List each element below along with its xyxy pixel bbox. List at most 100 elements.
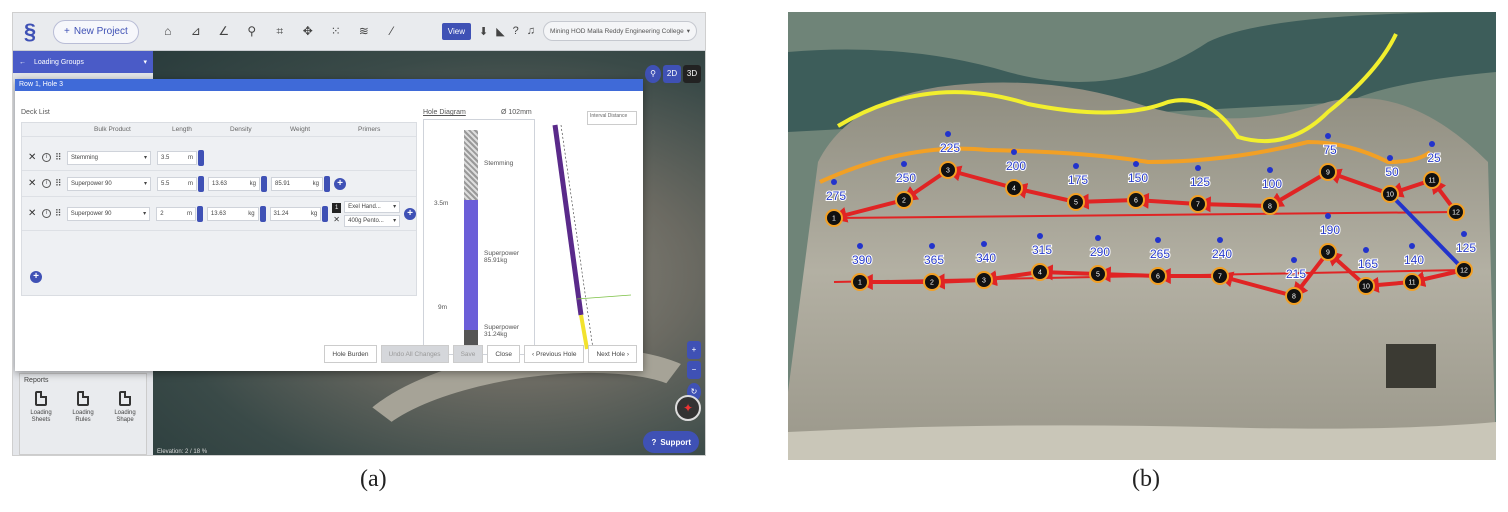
zoom-in-button[interactable]: + — [687, 341, 701, 359]
bell-icon[interactable]: ♫ — [527, 25, 535, 37]
delay-pin-icon — [981, 241, 987, 247]
primer-select[interactable]: Exel Hand... ▾ — [344, 200, 401, 213]
crop-icon[interactable]: ⌗ — [273, 24, 287, 39]
hole-diagram-label: Hole Diagram — [423, 109, 466, 116]
elevation-readout: Elevation: 2 / 18 % — [157, 449, 208, 455]
length-stepper[interactable] — [198, 175, 204, 192]
user-menu[interactable]: Mining HOD Malla Reddy Engineering Colle… — [543, 21, 697, 41]
length-input[interactable]: 2m — [156, 206, 196, 221]
add-primer-button[interactable]: + — [334, 177, 346, 190]
back-arrow-icon[interactable]: ← — [19, 59, 26, 66]
3d-toggle[interactable]: 3D — [683, 65, 701, 83]
ruler-icon[interactable]: ◣ — [496, 25, 504, 38]
hole-id-label: 9 — [1326, 170, 1330, 177]
hole-id-label: 10 — [1362, 284, 1370, 291]
weight-stepper[interactable] — [324, 175, 330, 192]
chevron-down-icon: ▾ — [143, 181, 147, 187]
delay-time-label: 100 — [1262, 177, 1282, 191]
delay-time-label: 25 — [1427, 151, 1441, 165]
save-button[interactable]: Save — [452, 345, 484, 363]
delay-pin-icon — [1363, 247, 1369, 253]
hole-diagram: 3.5m 9m 10m Stemming Superpower 85.91kg … — [423, 119, 535, 355]
next-hole-button[interactable]: Next Hole › — [588, 345, 637, 363]
density-input[interactable]: 13.63 kg — [208, 176, 260, 191]
info-icon[interactable]: i — [42, 153, 51, 162]
remove-deck-icon[interactable]: ✕ — [28, 178, 38, 189]
delay-time-label: 125 — [1456, 241, 1476, 255]
length-stepper[interactable] — [196, 205, 203, 222]
angle-icon[interactable]: ∠ — [217, 24, 231, 39]
grid-icon[interactable]: ⁙ — [329, 24, 343, 39]
home-icon[interactable]: ⌂ — [161, 24, 175, 39]
delay-time-label: 50 — [1385, 165, 1399, 179]
loading-groups-dropdown[interactable]: ← Loading Groups ▾ — [13, 51, 153, 73]
delay-time-label: 150 — [1128, 171, 1148, 185]
delay-time-label: 265 — [1150, 247, 1170, 261]
panel-b-blast-map: 1 275 2 250 3 225 4 200 5 175 6 150 7 125 8 100 9 75 10 50 1… — [788, 12, 1496, 460]
view-button[interactable]: View — [441, 22, 471, 40]
delay-pin-icon — [831, 179, 837, 185]
delay-time-label: 390 — [852, 253, 872, 267]
bulk-product-select[interactable]: Superpower 90 ▾ — [66, 206, 151, 221]
length-input[interactable]: 3.5 m — [157, 150, 197, 165]
add-deck-button[interactable]: + — [30, 271, 42, 283]
remove-deck-icon[interactable]: ✕ — [28, 208, 38, 219]
weight-input[interactable]: 31.24 kg — [269, 206, 322, 221]
document-icon — [35, 391, 47, 406]
primer-select[interactable]: 400g Pento... ▾ — [344, 214, 401, 227]
previous-hole-button[interactable]: ‹ Previous Hole — [524, 345, 585, 363]
app-logo[interactable]: § — [13, 13, 47, 51]
drag-handle-icon[interactable]: ⠿ — [55, 152, 63, 163]
delay-pin-icon — [857, 243, 863, 249]
density-stepper[interactable] — [261, 175, 267, 192]
new-project-button[interactable]: + New Project — [53, 19, 139, 44]
chart-icon[interactable]: ⁄ — [385, 24, 399, 39]
download-icon[interactable]: ⬇ — [479, 25, 488, 38]
remove-deck-icon[interactable]: ✕ — [28, 152, 38, 163]
report-loading-sheets[interactable]: Loading Sheets — [23, 391, 59, 424]
info-icon[interactable]: i — [41, 209, 51, 218]
remove-primer-icon[interactable]: ✕ — [333, 215, 340, 224]
info-icon[interactable]: i — [42, 179, 51, 188]
weight-input[interactable]: 85.91 kg — [271, 176, 323, 191]
delay-time-label: 290 — [1090, 245, 1110, 259]
hole-id-label: 5 — [1074, 200, 1078, 207]
move-icon[interactable]: ✥ — [301, 24, 315, 39]
firing-arrow — [1072, 193, 1137, 210]
help-icon[interactable]: ? — [513, 25, 519, 37]
measure-icon[interactable]: ⊿ — [189, 24, 203, 39]
hole-id-label: 4 — [1038, 270, 1042, 277]
delay-time-label: 225 — [940, 141, 960, 155]
bulk-product-select[interactable]: Superpower 90 ▾ — [67, 176, 151, 191]
compass-icon[interactable]: ✦ — [675, 395, 701, 421]
length-stepper[interactable] — [198, 149, 204, 166]
depth-label-top: 3.5m — [434, 200, 449, 207]
hole-id-label: 12 — [1452, 210, 1460, 217]
hole-id-label: 11 — [1408, 280, 1415, 287]
density-stepper[interactable] — [259, 205, 266, 222]
drag-handle-icon[interactable]: ⠿ — [55, 208, 63, 219]
zoom-out-button[interactable]: − — [687, 361, 701, 379]
hole-id-label: 5 — [1096, 272, 1100, 279]
report-loading-rules[interactable]: Loading Rules — [65, 391, 101, 424]
density-input[interactable]: 13.63 kg — [206, 206, 259, 221]
weight-stepper[interactable] — [322, 205, 329, 222]
hole-burden-button[interactable]: Hole Burden — [324, 345, 377, 363]
location-button[interactable]: ⚲ — [645, 65, 661, 83]
bulk-product-select[interactable]: Stemming ▾ — [67, 150, 151, 165]
col-weight: Weight — [290, 126, 311, 133]
length-input[interactable]: 5.5 m — [157, 176, 197, 191]
layers-icon[interactable]: ≋ — [357, 24, 371, 39]
support-button[interactable]: ? Support — [643, 431, 699, 453]
pin-icon[interactable]: ⚲ — [245, 24, 259, 39]
add-primer-button[interactable]: + — [404, 207, 417, 220]
delay-pin-icon — [1325, 213, 1331, 219]
2d-toggle[interactable]: 2D — [663, 65, 681, 83]
hole-id-label: 11 — [1428, 178, 1435, 185]
undo-changes-button[interactable]: Undo All Changes — [380, 345, 449, 363]
drag-handle-icon[interactable]: ⠿ — [55, 178, 63, 189]
chevron-down-icon: ▾ — [393, 218, 397, 224]
depth-label-mid: 9m — [438, 304, 448, 311]
close-button[interactable]: Close — [487, 345, 521, 363]
report-loading-shape[interactable]: Loading Shape — [107, 391, 143, 424]
